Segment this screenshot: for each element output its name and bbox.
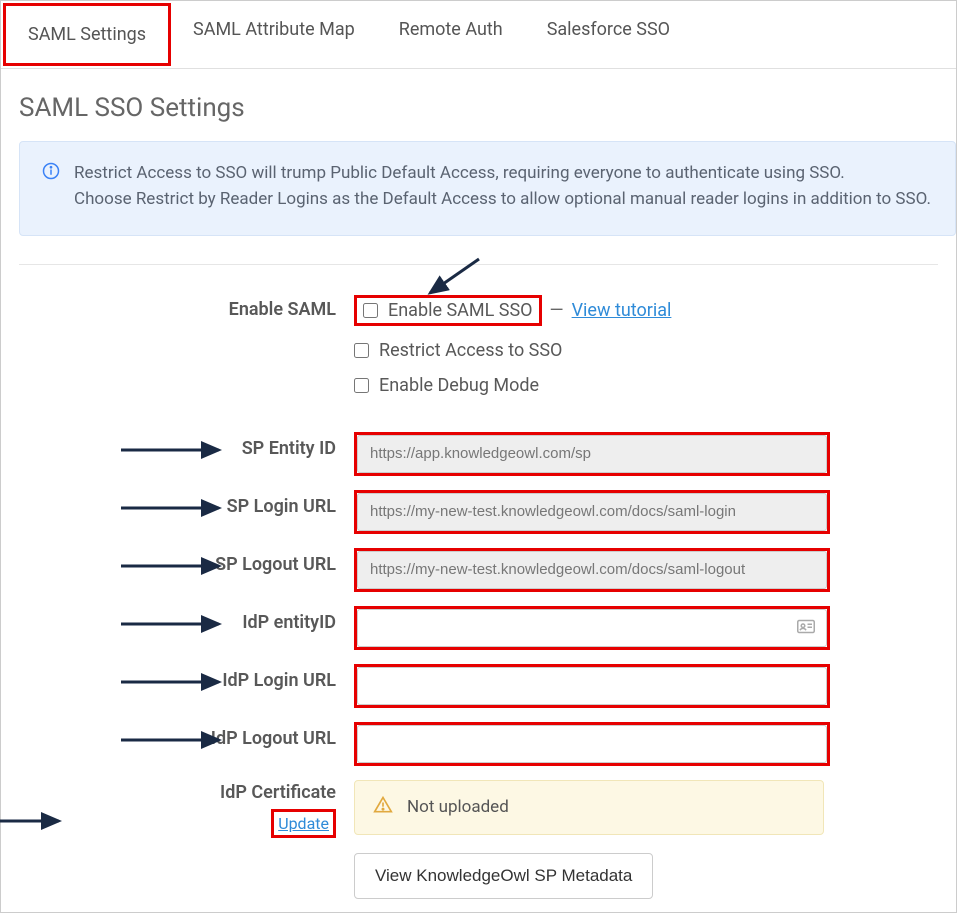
info-line-2: Choose Restrict by Reader Logins as the … bbox=[74, 186, 931, 212]
input-idp-login-url[interactable] bbox=[357, 667, 827, 705]
checkbox-line-enable-saml-sso: Enable SAML SSO — View tutorial bbox=[354, 293, 938, 328]
annotation-arrow-update bbox=[0, 811, 69, 831]
checkbox-enable-saml-sso[interactable] bbox=[363, 303, 378, 318]
annotation-arrow-sp-login-url bbox=[119, 498, 229, 518]
label-sp-login-url: SP Login URL bbox=[227, 496, 336, 517]
row-sp-logout-url: SP Logout URL bbox=[19, 548, 938, 592]
annotation-arrow-idp-entity-id bbox=[119, 614, 229, 634]
info-icon bbox=[42, 162, 60, 188]
label-sp-logout-url: SP Logout URL bbox=[215, 554, 336, 575]
link-view-tutorial[interactable]: View tutorial bbox=[572, 300, 672, 321]
certificate-status-box: Not uploaded bbox=[354, 780, 824, 835]
info-banner: Restrict Access to SSO will trump Public… bbox=[19, 141, 956, 236]
label-idp-login-url: IdP Login URL bbox=[222, 670, 336, 691]
id-card-icon bbox=[797, 618, 815, 637]
checkbox-restrict-access[interactable] bbox=[354, 343, 369, 358]
input-sp-entity-id[interactable] bbox=[357, 435, 827, 473]
dash-separator: — bbox=[550, 300, 564, 321]
input-idp-logout-url[interactable] bbox=[357, 725, 827, 763]
input-sp-logout-url[interactable] bbox=[357, 551, 827, 589]
tabs-bar: SAML Settings SAML Attribute Map Remote … bbox=[1, 1, 956, 69]
info-line-1: Restrict Access to SSO will trump Public… bbox=[74, 160, 931, 186]
checkbox-enable-debug[interactable] bbox=[354, 378, 369, 393]
label-idp-certificate: IdP Certificate bbox=[19, 782, 336, 803]
row-idp-logout-url: IdP Logout URL bbox=[19, 722, 938, 766]
checkbox-line-enable-debug: Enable Debug Mode bbox=[354, 373, 938, 398]
row-idp-login-url: IdP Login URL bbox=[19, 664, 938, 708]
link-update-certificate[interactable]: Update bbox=[278, 814, 329, 833]
checkbox-label-enable-saml-sso: Enable SAML SSO bbox=[388, 300, 533, 321]
row-sp-login-url: SP Login URL bbox=[19, 490, 938, 534]
annotation-arrow-sp-logout-url bbox=[119, 556, 229, 576]
annotation-arrow-idp-login-url bbox=[119, 672, 229, 692]
label-sp-entity-id: SP Entity ID bbox=[242, 438, 336, 459]
checkbox-line-restrict-access: Restrict Access to SSO bbox=[354, 338, 938, 363]
checkbox-label-restrict-access: Restrict Access to SSO bbox=[379, 340, 562, 361]
input-sp-login-url[interactable] bbox=[357, 493, 827, 531]
certificate-status-text: Not uploaded bbox=[407, 797, 509, 817]
label-idp-logout-url: IdP Logout URL bbox=[211, 728, 336, 749]
row-idp-entity-id: IdP entityID bbox=[19, 606, 938, 650]
form-area: Enable SAML Enable SAML SSO — View tutor… bbox=[19, 293, 938, 899]
label-idp-entity-id: IdP entityID bbox=[242, 612, 336, 633]
row-idp-certificate: IdP Certificate Update Not uploaded Vi bbox=[19, 780, 938, 899]
annotation-arrow-sp-entity-id bbox=[119, 440, 229, 460]
label-enable-saml: Enable SAML bbox=[229, 299, 336, 320]
tab-saml-settings[interactable]: SAML Settings bbox=[3, 3, 171, 66]
row-enable-saml: Enable SAML Enable SAML SSO — View tutor… bbox=[19, 293, 938, 408]
annotation-arrow-enable-saml bbox=[424, 257, 484, 297]
row-sp-entity-id: SP Entity ID bbox=[19, 432, 938, 476]
tab-saml-attribute-map[interactable]: SAML Attribute Map bbox=[171, 1, 377, 68]
page-title: SAML SSO Settings bbox=[19, 93, 956, 123]
view-sp-metadata-button[interactable]: View KnowledgeOwl SP Metadata bbox=[354, 853, 653, 899]
warning-icon bbox=[373, 795, 393, 820]
annotation-arrow-idp-logout-url bbox=[119, 730, 229, 750]
input-idp-entity-id[interactable] bbox=[357, 609, 827, 647]
info-text: Restrict Access to SSO will trump Public… bbox=[74, 160, 931, 213]
tab-remote-auth[interactable]: Remote Auth bbox=[377, 1, 525, 68]
tab-salesforce-sso[interactable]: Salesforce SSO bbox=[525, 1, 692, 68]
checkbox-label-enable-debug: Enable Debug Mode bbox=[379, 375, 539, 396]
